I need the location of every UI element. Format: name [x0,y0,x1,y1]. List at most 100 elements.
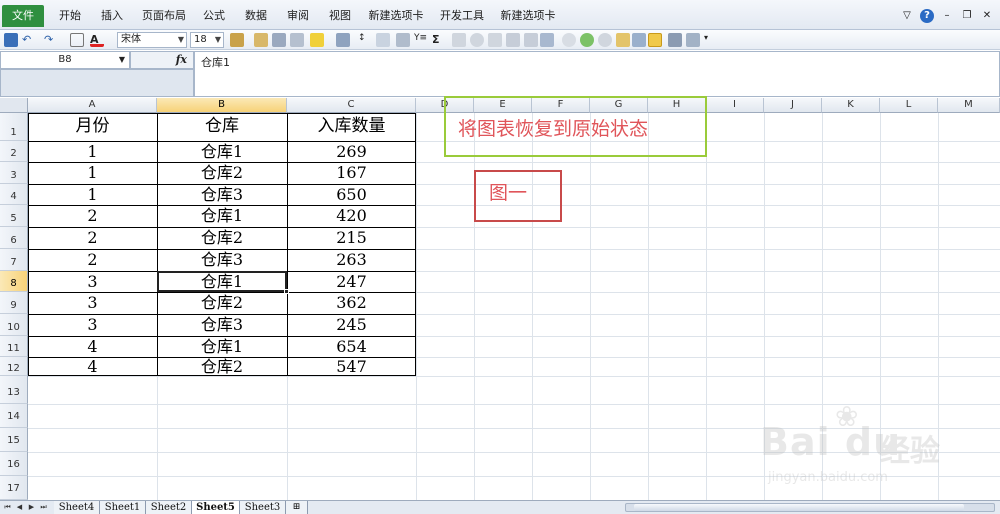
column-header-k[interactable]: K [822,98,880,113]
window-minimize-icon[interactable]: – [940,9,954,23]
table-cell[interactable]: 269 [287,142,416,161]
record-icon[interactable] [598,33,612,47]
row-header-16[interactable]: 16 [0,452,28,476]
row-header-9[interactable]: 9 [0,292,28,314]
table-cell[interactable]: 3 [28,272,157,291]
row-header-10[interactable]: 10 [0,314,28,336]
sort-icon[interactable]: ↕ [358,33,372,47]
tab-data[interactable]: 数据 [238,6,274,26]
sheet-tab-sheet5[interactable]: Sheet5 [192,501,240,514]
table-cell[interactable]: 654 [287,337,416,356]
indent-icon[interactable] [524,33,538,47]
table-cell[interactable]: 547 [287,357,416,376]
chart-icon[interactable]: Y≡ [414,33,428,47]
fill-handle[interactable] [284,289,289,294]
table-cell[interactable]: 仓库1 [157,206,287,225]
window-close-icon[interactable]: ✕ [980,9,994,23]
window-restore-icon[interactable]: ❐ [960,9,974,23]
table-cell[interactable]: 仓库1 [157,337,287,356]
table-cell[interactable]: 2 [28,206,157,225]
circle-tool-icon[interactable] [562,33,576,47]
row-header-2[interactable]: 2 [0,141,28,162]
table-cell[interactable]: 2 [28,228,157,247]
table-cell[interactable]: 1 [28,142,157,161]
table-cell[interactable]: 247 [287,272,416,291]
table-cell[interactable]: 245 [287,315,416,334]
table-cell[interactable]: 仓库3 [157,250,287,269]
prev-sheet-icon[interactable]: ◀ [14,502,25,513]
grid-icon[interactable] [632,33,646,47]
tab-new-2[interactable]: 新建选项卡 [496,6,560,26]
column-header-i[interactable]: I [706,98,764,113]
table-format-icon[interactable] [336,33,350,47]
paste-icon[interactable] [230,33,244,47]
save-icon[interactable] [4,33,18,47]
row-header-11[interactable]: 11 [0,336,28,357]
next-sheet-icon[interactable]: ▶ [26,502,37,513]
green-dot-icon[interactable] [580,33,594,47]
fill-color-icon[interactable] [310,33,324,47]
row-header-12[interactable]: 12 [0,357,28,376]
center-align-icon[interactable] [648,33,662,47]
cell-c1[interactable]: 入库数量 [287,117,416,136]
table-cell[interactable]: 3 [28,315,157,334]
tab-view[interactable]: 视图 [322,6,358,26]
font-size-select[interactable]: 18 ▼ [190,32,224,48]
sheet-tab-sheet3[interactable]: Sheet3 [240,501,286,514]
highlight-icon[interactable] [616,33,630,47]
row-header-5[interactable]: 5 [0,205,28,227]
first-sheet-icon[interactable]: ⏮ [2,502,13,513]
table-cell[interactable]: 215 [287,228,416,247]
table-cell[interactable]: 1 [28,185,157,204]
help-icon[interactable]: ? [920,9,934,23]
autosum-icon[interactable]: Σ [432,33,446,47]
table-cell[interactable]: 362 [287,293,416,312]
row-header-4[interactable]: 4 [0,184,28,205]
table-cell[interactable]: 仓库1 [157,142,287,161]
row-header-3[interactable]: 3 [0,162,28,184]
tab-developer[interactable]: 开发工具 [436,6,488,26]
table-cell[interactable]: 仓库2 [157,357,287,376]
column-header-m[interactable]: M [938,98,1000,113]
row-header-8[interactable]: 8 [0,271,28,292]
row-header-15[interactable]: 15 [0,428,28,452]
tab-review[interactable]: 审阅 [280,6,316,26]
font-name-select[interactable]: 宋体 ▼ [117,32,187,48]
formula-input[interactable]: 仓库1 [194,51,1000,97]
column-header-c[interactable]: C [287,98,416,113]
table-cell[interactable]: 仓库2 [157,163,287,182]
sheet-tab-sheet4[interactable]: Sheet4 [54,501,100,514]
undo-icon[interactable]: ↶ [22,33,36,47]
preview-icon[interactable] [686,33,700,47]
font-color-icon[interactable]: A [90,33,104,47]
sheet-tab-sheet1[interactable]: Sheet1 [100,501,146,514]
table-cell[interactable]: 仓库3 [157,185,287,204]
row-header-7[interactable]: 7 [0,249,28,271]
table-cell[interactable]: 420 [287,206,416,225]
table-cell[interactable]: 263 [287,250,416,269]
column-header-j[interactable]: J [764,98,822,113]
tab-file[interactable]: 文件 [2,5,44,27]
name-box[interactable]: B8 ▼ [0,51,130,69]
cell-a1[interactable]: 月份 [28,117,157,136]
cell-b1[interactable]: 仓库 [157,117,287,136]
row-header-14[interactable]: 14 [0,404,28,428]
tab-formulas[interactable]: 公式 [196,6,232,26]
shape-icon[interactable] [470,33,484,47]
redo-icon[interactable]: ↷ [44,33,58,47]
select-all-corner[interactable] [0,98,28,113]
table-cell[interactable]: 4 [28,357,157,376]
table-cell[interactable]: 167 [287,163,416,182]
scrollbar-thumb[interactable] [634,504,964,511]
filter-icon[interactable] [376,33,390,47]
column-header-a[interactable]: A [28,98,157,113]
table-cell[interactable]: 仓库3 [157,315,287,334]
customize-icon[interactable]: ▾ [704,33,718,47]
active-cell-b8[interactable] [157,271,287,292]
dropdown-tool-icon[interactable] [540,33,554,47]
table-cell[interactable]: 3 [28,293,157,312]
table-cell[interactable]: 仓库2 [157,293,287,312]
align-icon[interactable] [506,33,520,47]
ribbon-minimize-icon[interactable]: ▽ [900,9,914,23]
format-painter-icon[interactable] [254,33,268,47]
